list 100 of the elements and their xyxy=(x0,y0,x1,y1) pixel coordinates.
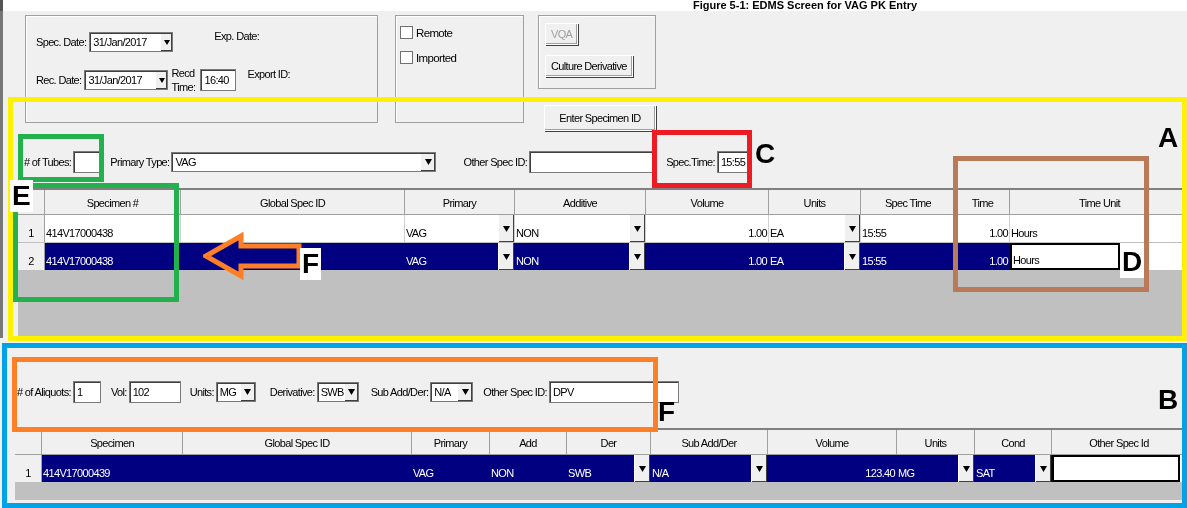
caret-icon xyxy=(634,225,641,232)
field-label: Primary Type: xyxy=(110,156,170,168)
row-number: 2 xyxy=(18,243,45,270)
input-field[interactable] xyxy=(529,151,655,173)
column-header[interactable]: Spec Time xyxy=(861,190,956,215)
field-label: Rec. Date: xyxy=(36,74,82,86)
cell-editor[interactable]: Hours xyxy=(1010,243,1120,270)
column-header[interactable]: Units xyxy=(897,430,975,455)
input-field[interactable] xyxy=(73,151,102,173)
column-header[interactable]: Primary xyxy=(405,190,515,215)
table-cell: NON xyxy=(490,455,567,482)
field-label: Export ID: xyxy=(247,68,290,80)
rec-date-dropdown[interactable]: 31/Jan/2017 xyxy=(84,70,169,90)
field-label: Recd Time: xyxy=(171,66,197,94)
table-cell: 1.00 xyxy=(646,215,769,242)
caret-icon xyxy=(849,253,856,260)
table-cell: 414V17000439 xyxy=(42,455,183,482)
field-label: Other Spec ID: xyxy=(463,156,528,168)
spec-date-dropdown[interactable]: 31/Jan/2017 xyxy=(89,32,174,52)
table-cell: VAG xyxy=(412,455,490,482)
annotation-letter: C xyxy=(755,138,776,170)
dropdown-field[interactable]: N/A xyxy=(430,382,474,402)
dropdown-field[interactable]: VAG xyxy=(171,152,437,172)
field-label: Spec. Date: xyxy=(36,36,87,48)
table-cell: 414V17000438 xyxy=(45,243,181,270)
field-label: # of Tubes: xyxy=(24,156,72,168)
table-cell[interactable]: SWB xyxy=(567,455,651,482)
field-label: Vol: xyxy=(110,386,127,398)
caret-icon xyxy=(503,225,510,232)
column-header[interactable]: Primary xyxy=(412,430,490,455)
column-header[interactable]: Global Spec ID xyxy=(183,430,412,455)
checkbox-label: Imported xyxy=(416,51,457,64)
checkbox[interactable]: Imported xyxy=(400,51,519,64)
dropdown-field[interactable]: MG xyxy=(215,382,256,402)
column-header[interactable]: Additive xyxy=(515,190,646,215)
caret-icon xyxy=(425,159,432,165)
caret-icon xyxy=(503,253,510,260)
field-label: Exp. Date: xyxy=(214,30,260,42)
column-header[interactable]: Time xyxy=(956,190,1010,215)
enter-specimen-button[interactable]: Enter Specimen ID xyxy=(544,105,656,131)
table-cell[interactable]: N/A xyxy=(651,455,768,482)
field-label: Spec.Time: xyxy=(666,156,715,168)
action-button[interactable]: Culture Derivative xyxy=(545,55,633,77)
table-cell[interactable]: NON xyxy=(515,243,646,270)
checkbox[interactable]: Remote xyxy=(400,26,519,39)
figure-caption: Figure 5-1: EDMS Screen for VAG PK Entry xyxy=(0,0,1187,11)
caret-icon xyxy=(849,225,856,232)
caret-icon xyxy=(634,253,641,260)
column-header[interactable]: Global Spec ID xyxy=(181,190,405,215)
table-cell: 414V17000438 xyxy=(45,215,181,242)
caret-icon xyxy=(756,465,763,472)
table-cell: 15:55 xyxy=(861,215,956,242)
annotation-letter: E xyxy=(10,180,33,212)
cell-editor[interactable] xyxy=(1052,455,1180,482)
column-header[interactable]: Specimen xyxy=(42,430,183,455)
dropdown-field[interactable]: SWB xyxy=(316,382,359,402)
caret-icon xyxy=(1040,465,1047,472)
column-header[interactable]: Der xyxy=(567,430,651,455)
row-number: 1 xyxy=(15,455,42,482)
table-cell[interactable]: VAG xyxy=(405,215,515,242)
caret-icon xyxy=(461,389,469,395)
field-label: Units: xyxy=(189,386,214,398)
field-label: Derivative: xyxy=(269,386,315,398)
column-header[interactable]: Sub Add/Der xyxy=(651,430,768,455)
table-cell[interactable]: EA xyxy=(769,215,861,242)
column-header[interactable]: Cond xyxy=(975,430,1052,455)
caret-icon xyxy=(244,389,252,395)
column-header[interactable]: Specimen # xyxy=(45,190,181,215)
annotation-letter: F xyxy=(300,248,322,280)
field-label: # of Aliquots: xyxy=(17,386,71,398)
time-field[interactable]: 16:40 xyxy=(200,69,237,91)
caret-icon xyxy=(158,77,165,83)
column-header[interactable]: Units xyxy=(769,190,861,215)
table-cell[interactable]: VAG xyxy=(405,243,515,270)
table-cell: 123.40 xyxy=(768,455,897,482)
checkbox-label: Remote xyxy=(416,26,453,39)
annotation-letter: A xyxy=(1158,122,1179,154)
field-label: Sub Add/Der: xyxy=(370,386,429,398)
table-cell: 1.00 xyxy=(956,215,1010,242)
table-cell: 1.00 xyxy=(646,243,769,270)
row-number: 1 xyxy=(18,215,45,242)
input-field[interactable]: 15:55 xyxy=(716,151,749,173)
column-header[interactable]: Volume xyxy=(646,190,769,215)
input-field[interactable]: 102 xyxy=(128,381,181,403)
column-header[interactable]: Volume xyxy=(768,430,897,455)
input-field[interactable]: DPV xyxy=(548,381,679,403)
table-cell[interactable]: SAT xyxy=(975,455,1052,482)
table-cell: 1.00 xyxy=(956,243,1010,270)
annotation-letter: B xyxy=(1158,384,1179,416)
table-cell[interactable]: EA xyxy=(769,243,861,270)
column-header[interactable]: Add xyxy=(490,430,567,455)
table-cell: 15:55 xyxy=(861,243,956,270)
table-cell[interactable]: MG xyxy=(897,455,975,482)
caret-icon xyxy=(639,465,646,472)
input-field[interactable]: 1 xyxy=(72,381,101,403)
corner-header xyxy=(15,430,42,455)
caret-icon xyxy=(963,465,970,472)
table-cell[interactable]: NON xyxy=(515,215,646,242)
caret-icon xyxy=(163,39,170,45)
caret-icon xyxy=(347,389,355,395)
